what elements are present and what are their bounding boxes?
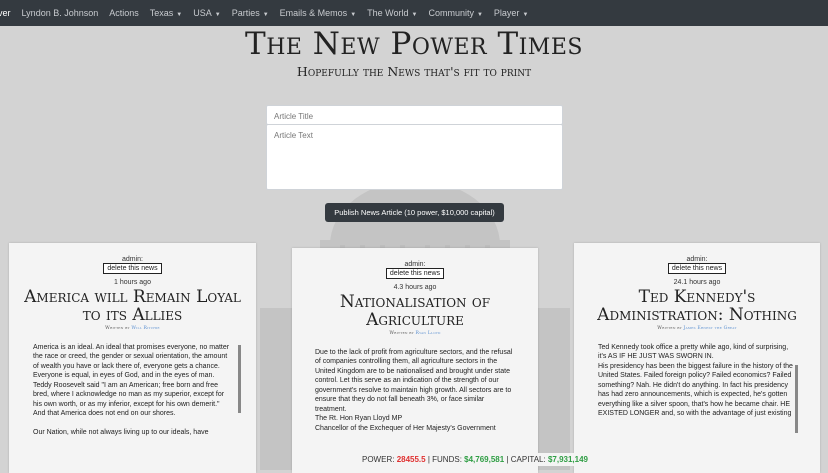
funds-value: $4,769,581 <box>464 455 505 464</box>
nav-item-player[interactable]: Player ▼ <box>494 8 528 18</box>
delete-news-button[interactable]: delete this news <box>667 263 727 274</box>
capital-label: | CAPITAL: <box>506 455 546 464</box>
article-scrollbar[interactable] <box>238 345 241 413</box>
caret-down-icon: ▼ <box>522 12 529 18</box>
nav-item-label: Parties <box>231 8 260 18</box>
caret-down-icon: ▼ <box>350 12 357 18</box>
written-by-label: Written by <box>657 325 682 331</box>
news-card: admin: delete this news 4.3 hours ago Na… <box>292 248 538 473</box>
article-author[interactable]: Ryan Lloyd <box>415 331 440 336</box>
nav-item-actions[interactable]: Actions <box>109 8 139 18</box>
written-by-label: Written by <box>389 330 414 336</box>
nav-item-community[interactable]: Community ▼ <box>428 8 482 18</box>
article-headline: America will Remain Loyal to its Allies <box>24 287 241 325</box>
written-by-label: Written by <box>105 325 130 331</box>
page-title: The New Power Times <box>245 26 583 62</box>
caret-down-icon: ▼ <box>214 12 221 18</box>
nav-item-label: Community <box>428 8 474 18</box>
status-bar: POWER: 28455.5 | FUNDS: $4,769,581 | CAP… <box>360 453 590 466</box>
nav-item-parties[interactable]: Parties ▼ <box>232 8 269 18</box>
nav-item-usa[interactable]: USA ▼ <box>193 8 220 18</box>
power-value: 28455.5 <box>396 455 426 464</box>
delete-news-button[interactable]: delete this news <box>385 268 445 279</box>
capital-value: $7,931,149 <box>547 455 588 464</box>
news-card: admin: delete this news 24.1 hours ago T… <box>574 243 820 473</box>
admin-label: admin: <box>121 256 143 263</box>
article-text-placeholder: Article Text <box>274 131 313 140</box>
caret-down-icon: ▼ <box>176 12 183 18</box>
funds-label: | FUNDS: <box>427 455 462 464</box>
article-body: Due to the lack of profit from agricultu… <box>315 348 513 432</box>
nav-item-texas[interactable]: Texas ▼ <box>150 8 182 18</box>
article-body: America is an ideal. An ideal that promi… <box>33 343 230 437</box>
nav-item-emails-memos[interactable]: Emails & Memos ▼ <box>280 8 356 18</box>
nav-item-the-world[interactable]: The World ▼ <box>367 8 417 18</box>
nav-item-label: Actions <box>109 8 139 18</box>
article-author[interactable]: Will Ritchie <box>131 326 160 331</box>
article-body: Ted Kennedy took office a pretty while a… <box>598 343 793 418</box>
article-time: 4.3 hours ago <box>393 284 437 291</box>
admin-label: admin: <box>404 261 426 268</box>
article-author[interactable]: James Ernest the Great <box>683 326 736 331</box>
article-title-placeholder: Article Title <box>274 112 314 121</box>
article-text-input[interactable]: Article Text <box>266 124 563 190</box>
navbar-brand[interactable]: ver <box>0 8 11 18</box>
delete-news-button[interactable]: delete this news <box>103 263 162 274</box>
admin-label: admin: <box>686 256 708 263</box>
page-subtitle: Hopefully the News that's fit to print <box>296 64 532 79</box>
nav-item-label: Player <box>493 8 520 18</box>
caret-down-icon: ▼ <box>476 12 483 18</box>
nav-item-label: Emails & Memos <box>279 8 348 18</box>
article-time: 1 hours ago <box>114 279 151 286</box>
news-card: admin: delete this news 1 hours ago Amer… <box>9 243 256 473</box>
nav-item-label: USA <box>193 8 212 18</box>
nav-item-lyndon-b-johnson[interactable]: Lyndon B. Johnson <box>22 8 99 18</box>
article-headline: Ted Kennedy's Administration: Nothing <box>597 287 797 325</box>
caret-down-icon: ▼ <box>262 12 269 18</box>
nav-item-label: Texas <box>149 8 174 18</box>
caret-down-icon: ▼ <box>411 12 418 18</box>
article-title-input[interactable]: Article Title <box>266 105 563 125</box>
article-time: 24.1 hours ago <box>673 279 721 286</box>
publish-news-button[interactable]: Publish News Article (10 power, $10,000 … <box>325 203 504 222</box>
article-headline: Nationalisation of Agriculture <box>339 292 491 330</box>
top-navbar: ver Lyndon B. Johnson Actions Texas ▼ USA… <box>0 0 828 26</box>
nav-item-label: The World <box>367 8 409 18</box>
article-scrollbar[interactable] <box>795 365 798 433</box>
nav-item-label: Lyndon B. Johnson <box>21 8 99 18</box>
power-label: POWER: <box>362 455 395 464</box>
